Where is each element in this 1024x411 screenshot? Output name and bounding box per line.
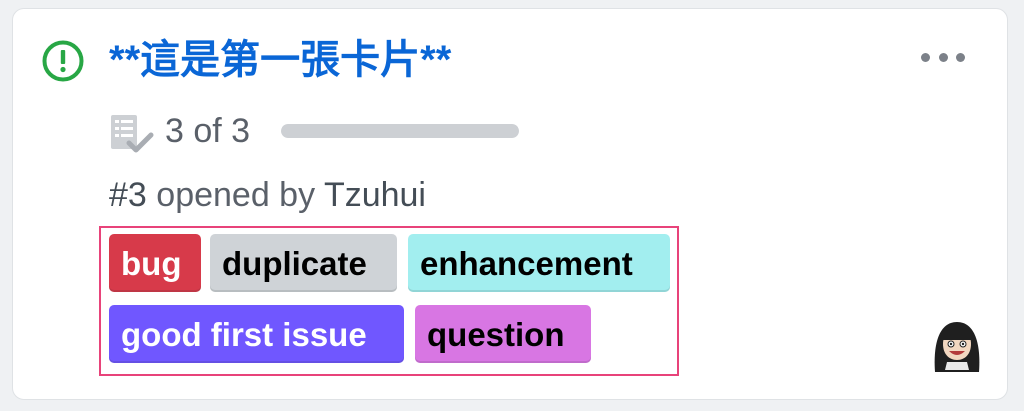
task-progress-text: 3 of 3	[165, 112, 251, 150]
issue-meta: #3 opened by Tzuhui	[109, 173, 426, 217]
kebab-horizontal-icon	[938, 52, 948, 62]
issue-opened-icon	[42, 40, 84, 82]
kebab-horizontal-icon	[956, 52, 965, 62]
task-progress-bar	[281, 124, 519, 138]
task-progress-fill	[281, 124, 519, 138]
project-card[interactable]: **這是第一張卡片** 3 of 3 #3 opened by Tzuhui b…	[12, 8, 1008, 400]
kebab-horizontal-icon	[921, 52, 930, 62]
label-bug[interactable]: bug	[109, 234, 201, 292]
opened-by-text: opened by	[156, 176, 316, 214]
author-link[interactable]: Tzuhui	[324, 176, 426, 214]
issue-number-link[interactable]: #3	[109, 176, 147, 214]
label-good-first-issue[interactable]: good first issue	[109, 305, 404, 363]
card-title-link[interactable]: **這是第一張卡片**	[109, 33, 451, 87]
label-question[interactable]: question	[415, 305, 591, 363]
labels-highlight-box: bug duplicate enhancement good first iss…	[99, 226, 679, 376]
label-enhancement[interactable]: enhancement	[408, 234, 670, 292]
avatar[interactable]	[925, 314, 989, 378]
tasklist-icon	[111, 115, 154, 153]
more-options-button[interactable]	[921, 47, 965, 67]
label-duplicate[interactable]: duplicate	[210, 234, 397, 292]
